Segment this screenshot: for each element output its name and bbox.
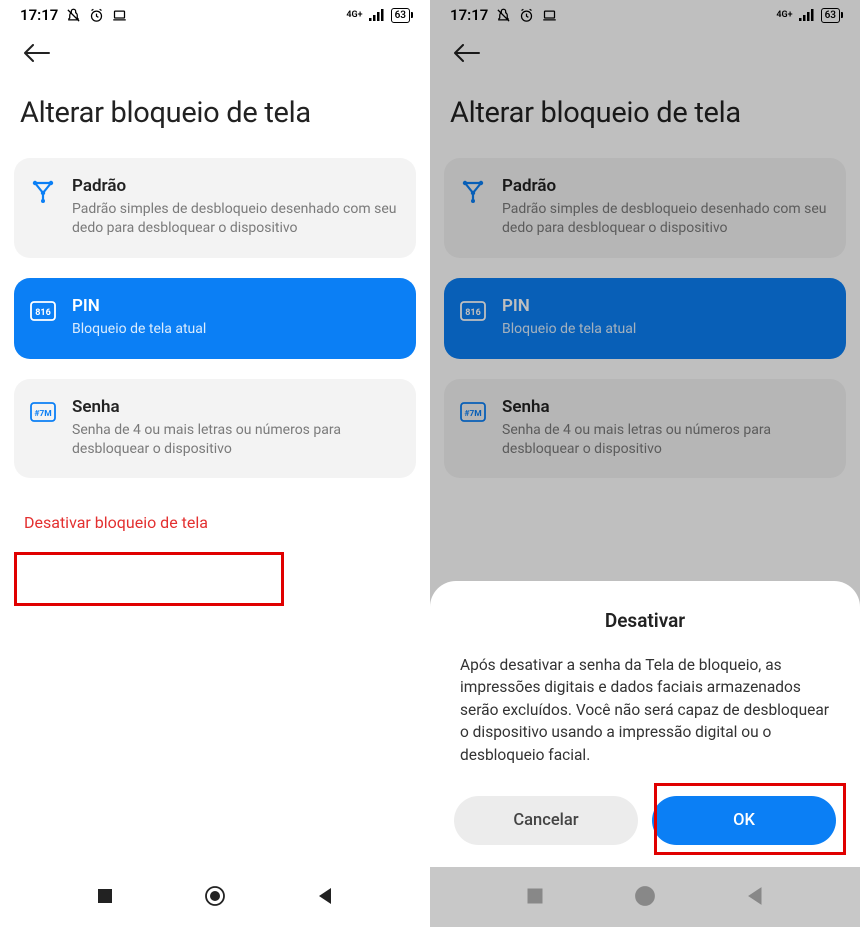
- battery-icon: 63: [391, 8, 410, 23]
- alarm-icon: [519, 8, 534, 23]
- option-pattern-title: Padrão: [72, 176, 400, 196]
- pattern-icon: [460, 178, 486, 204]
- option-pin-desc: Bloqueio de tela atual: [72, 320, 400, 339]
- option-pin-title: PIN: [72, 296, 400, 316]
- nav-back[interactable]: [310, 887, 340, 905]
- svg-text:#7M: #7M: [34, 409, 51, 419]
- nav-bar: [430, 867, 860, 927]
- dialog-actions: Cancelar OK: [454, 796, 836, 845]
- password-icon: #7M: [30, 399, 56, 425]
- nav-back[interactable]: [740, 887, 770, 905]
- network-type: 4G+: [346, 10, 362, 20]
- option-pattern-desc: Padrão simples de desbloqueio desenhado …: [72, 200, 400, 238]
- back-button[interactable]: [18, 38, 56, 68]
- nav-recent[interactable]: [90, 888, 120, 904]
- option-pin-title: PIN: [502, 296, 830, 316]
- cancel-button[interactable]: Cancelar: [454, 796, 638, 845]
- svg-text:816: 816: [35, 308, 51, 318]
- option-pattern-desc: Padrão simples de desbloqueio desenhado …: [502, 200, 830, 238]
- status-time: 17:17: [450, 6, 488, 24]
- nav-home[interactable]: [630, 885, 660, 907]
- option-password-desc: Senha de 4 ou mais letras ou números par…: [72, 421, 400, 459]
- nav-home[interactable]: [200, 885, 230, 907]
- signal-icon: [369, 9, 385, 21]
- dnd-icon: [66, 8, 81, 23]
- option-pin[interactable]: 816 PIN Bloqueio de tela atual: [444, 278, 846, 359]
- option-pattern-title: Padrão: [502, 176, 830, 196]
- battery-icon: 63: [821, 8, 840, 23]
- option-password-title: Senha: [502, 397, 830, 417]
- laptop-icon: [112, 8, 127, 23]
- status-bar: 17:17 4G+ 63: [430, 0, 860, 28]
- disable-lock-link[interactable]: Desativar bloqueio de tela: [0, 478, 430, 567]
- option-password-title: Senha: [72, 397, 400, 417]
- network-type: 4G+: [776, 10, 792, 20]
- header: [0, 28, 430, 74]
- option-pattern[interactable]: Padrão Padrão simples de desbloqueio des…: [14, 158, 416, 258]
- svg-text:816: 816: [465, 308, 481, 318]
- nav-bar: [0, 867, 430, 927]
- pin-icon: 816: [460, 298, 486, 324]
- lock-options-list: Padrão Padrão simples de desbloqueio des…: [0, 158, 430, 478]
- back-button[interactable]: [448, 38, 486, 68]
- screen-right: 17:17 4G+ 63: [430, 0, 860, 927]
- signal-icon: [799, 9, 815, 21]
- screen-left: 17:17 4G+ 63: [0, 0, 430, 927]
- nav-recent[interactable]: [520, 888, 550, 904]
- option-pin[interactable]: 816 PIN Bloqueio de tela atual: [14, 278, 416, 359]
- status-time: 17:17: [20, 6, 58, 24]
- password-icon: #7M: [460, 399, 486, 425]
- pin-icon: 816: [30, 298, 56, 324]
- ok-button[interactable]: OK: [652, 796, 836, 845]
- dnd-icon: [496, 8, 511, 23]
- disable-dialog: Desativar Após desativar a senha da Tela…: [430, 581, 860, 867]
- option-password[interactable]: #7M Senha Senha de 4 ou mais letras ou n…: [444, 379, 846, 479]
- pattern-icon: [30, 178, 56, 204]
- header: [430, 28, 860, 74]
- main-content-left: 17:17 4G+ 63: [0, 0, 430, 867]
- dialog-title: Desativar: [454, 609, 836, 632]
- lock-options-list: Padrão Padrão simples de desbloqueio des…: [430, 158, 860, 478]
- laptop-icon: [542, 8, 557, 23]
- alarm-icon: [89, 8, 104, 23]
- option-pin-desc: Bloqueio de tela atual: [502, 320, 830, 339]
- page-title: Alterar bloqueio de tela: [430, 74, 860, 158]
- dialog-body: Após desativar a senha da Tela de bloque…: [454, 654, 836, 766]
- status-bar: 17:17 4G+ 63: [0, 0, 430, 28]
- svg-text:#7M: #7M: [464, 409, 481, 419]
- option-pattern[interactable]: Padrão Padrão simples de desbloqueio des…: [444, 158, 846, 258]
- page-title: Alterar bloqueio de tela: [0, 74, 430, 158]
- option-password-desc: Senha de 4 ou mais letras ou números par…: [502, 421, 830, 459]
- main-content-right: 17:17 4G+ 63: [430, 0, 860, 867]
- option-password[interactable]: #7M Senha Senha de 4 ou mais letras ou n…: [14, 379, 416, 479]
